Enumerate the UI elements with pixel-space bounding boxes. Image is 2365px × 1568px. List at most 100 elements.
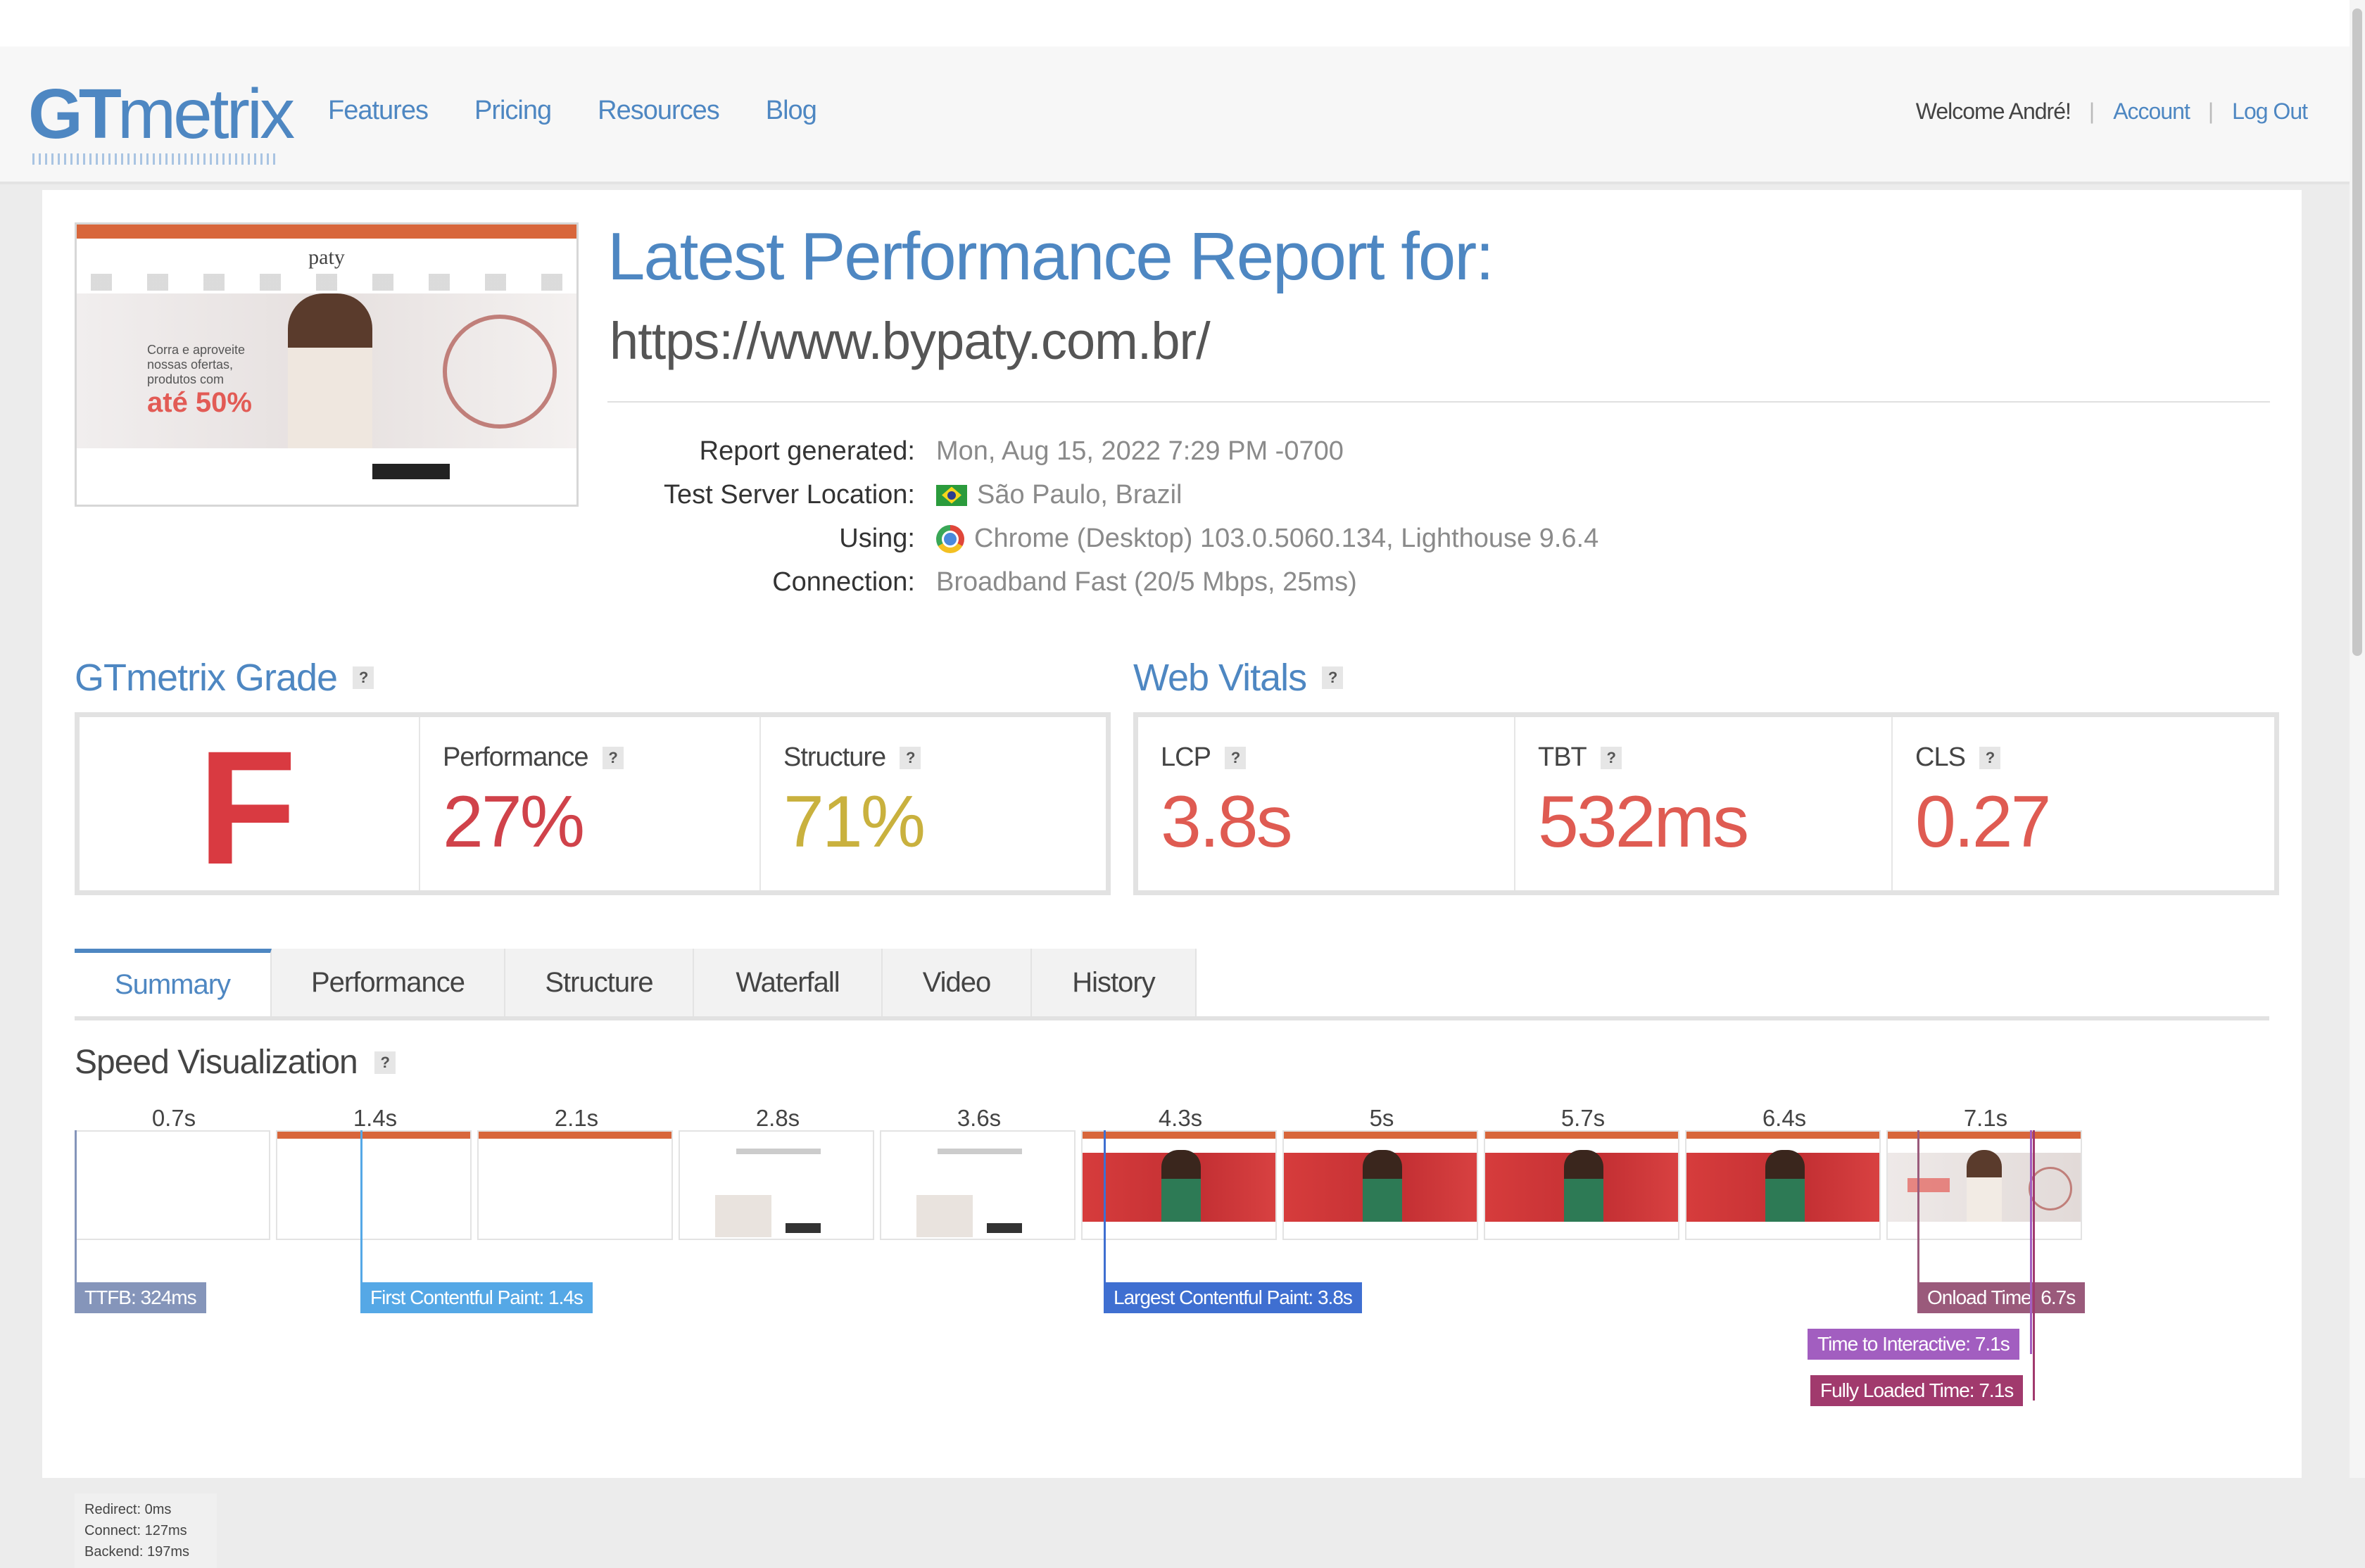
thumbnail-promo-big: até 50% <box>147 387 252 418</box>
vitals-title-text: Web Vitals <box>1133 657 1307 699</box>
frame-time: 2.8s <box>755 1105 800 1131</box>
filmstrip-frame[interactable] <box>75 1130 270 1240</box>
tab-waterfall[interactable]: Waterfall <box>694 949 883 1016</box>
divider <box>607 401 2270 403</box>
structure-score: 71% <box>783 781 926 863</box>
tab-history[interactable]: History <box>1032 949 1197 1016</box>
structure-label: Structure <box>783 742 886 772</box>
report-content: paty Corra e aproveite nossas ofertas, p… <box>42 190 2302 1568</box>
tab-structure[interactable]: Structure <box>505 949 694 1016</box>
help-icon[interactable]: ? <box>1600 746 1622 769</box>
filmstrip-frame[interactable] <box>880 1130 1076 1240</box>
tbt-label: TBT <box>1538 742 1587 772</box>
page-screenshot-thumbnail[interactable]: paty Corra e aproveite nossas ofertas, p… <box>75 222 579 507</box>
grade-title-text: GTmetrix Grade <box>75 657 338 699</box>
nav-features[interactable]: Features <box>328 96 429 126</box>
structure-cell: Structure? 71% <box>761 717 1099 890</box>
thumbnail-promo: Corra e aproveite nossas ofertas, produt… <box>147 343 274 419</box>
frame-time: 4.3s <box>1158 1105 1203 1131</box>
filmstrip-frame[interactable] <box>1685 1130 1881 1240</box>
grade-panel: F Performance? 27% Structure? 71% <box>75 712 1111 895</box>
help-icon[interactable]: ? <box>900 746 921 769</box>
help-icon[interactable]: ? <box>1224 746 1246 769</box>
help-icon[interactable]: ? <box>602 746 624 769</box>
logo-metrix: metrix <box>117 75 295 153</box>
lcp-cell: LCP? 3.8s <box>1138 717 1515 890</box>
filmstrip-frame[interactable] <box>1081 1130 1277 1240</box>
thumbnail-cookie-button <box>372 464 450 479</box>
grade-letter: F <box>198 717 297 898</box>
logout-link[interactable]: Log Out <box>2232 99 2308 125</box>
ttfb-breakdown: Redirect: 0ms Connect: 127ms Backend: 19… <box>75 1493 217 1568</box>
filmstrip-frame[interactable] <box>1886 1130 2082 1240</box>
thumbnail-seal-image <box>443 315 557 429</box>
gtmetrix-grade-title: GTmetrix Grade ? <box>75 656 374 700</box>
thumbnail-model-image <box>288 293 372 448</box>
welcome-text: Welcome André! <box>1915 99 2071 124</box>
filmstrip-frame[interactable] <box>1282 1130 1478 1240</box>
tti-marker <box>2030 1130 2032 1354</box>
report-tabs: Summary Performance Structure Waterfall … <box>75 949 1197 1018</box>
meta-label: Report generated: <box>699 436 915 466</box>
ttfb-backend: Backend: 197ms <box>84 1544 189 1560</box>
lcp-value: 3.8s <box>1161 781 1293 863</box>
speed-title-text: Speed Visualization <box>75 1044 358 1081</box>
tti-label: Time to Interactive: 7.1s <box>1808 1329 2019 1360</box>
scrollbar-thumb[interactable] <box>2352 8 2362 656</box>
cls-value: 0.27 <box>1915 781 2051 863</box>
frame-time: 6.4s <box>1762 1105 1807 1131</box>
frame-time: 1.4s <box>353 1105 398 1131</box>
nav-resources[interactable]: Resources <box>598 96 720 126</box>
top-whitespace <box>0 0 2365 46</box>
tbt-value: 532ms <box>1538 781 1749 863</box>
frame-time: 2.1s <box>554 1105 599 1131</box>
account-link[interactable]: Account <box>2113 99 2190 125</box>
performance-score: 27% <box>443 781 585 863</box>
speed-visualization-title: Speed Visualization ? <box>75 1043 396 1082</box>
tabs-underline <box>75 1016 2269 1020</box>
fcp-label: First Contentful Paint: 1.4s <box>360 1282 593 1313</box>
main-nav: Features Pricing Resources Blog <box>328 96 817 126</box>
meta-value: Broadband Fast (20/5 Mbps, 25ms) <box>936 567 1357 598</box>
performance-cell: Performance? 27% <box>420 717 761 890</box>
nav-pricing[interactable]: Pricing <box>474 96 552 126</box>
meta-value: Chrome (Desktop) 103.0.5060.134, Lightho… <box>936 524 1598 554</box>
filmstrip-frame[interactable] <box>477 1130 673 1240</box>
grade-letter-cell: F <box>80 717 420 890</box>
help-icon[interactable]: ? <box>374 1051 396 1074</box>
user-menu: Welcome André! | Account | Log Out <box>1915 99 2308 125</box>
tbt-cell: TBT? 532ms <box>1515 717 1893 890</box>
separator: | <box>2088 99 2095 124</box>
help-icon[interactable]: ? <box>1322 666 1344 689</box>
filmstrip-frame[interactable] <box>276 1130 472 1240</box>
filmstrip-frame[interactable] <box>1484 1130 1679 1240</box>
onload-marker <box>1917 1130 1919 1308</box>
meta-label: Test Server Location: <box>664 480 915 510</box>
tab-performance[interactable]: Performance <box>272 949 505 1016</box>
brazil-flag-icon <box>936 484 967 506</box>
logo-gt: GT <box>28 75 122 153</box>
thumbnail-promo-line: Corra e aproveite nossas ofertas, produt… <box>147 343 246 386</box>
thumbnail-cookie-bar <box>77 457 576 499</box>
report-title: Latest Performance Report for: <box>607 219 1494 294</box>
frame-time: 5.7s <box>1560 1105 1606 1131</box>
tab-video[interactable]: Video <box>883 949 1032 1016</box>
ttfb-connect: Connect: 127ms <box>84 1523 187 1538</box>
gtmetrix-logo[interactable]: GTmetrix <box>28 72 295 165</box>
cls-label: CLS <box>1915 742 1966 772</box>
nav-blog[interactable]: Blog <box>766 96 817 126</box>
thumbnail-brand: paty <box>308 246 345 269</box>
meta-label: Using: <box>839 524 915 553</box>
help-icon[interactable]: ? <box>1979 746 2000 769</box>
fully-loaded-label: Fully Loaded Time: 7.1s <box>1810 1375 2024 1406</box>
thumbnail-hero: Corra e aproveite nossas ofertas, produt… <box>77 293 576 448</box>
lcp-marker <box>1104 1130 1106 1308</box>
report-url: https://www.bypaty.com.br/ <box>610 312 1211 370</box>
page-scrollbar[interactable] <box>2350 0 2365 1478</box>
filmstrip-frame[interactable] <box>679 1130 874 1240</box>
help-icon[interactable]: ? <box>353 666 374 689</box>
tab-summary[interactable]: Summary <box>75 949 272 1016</box>
meta-value: Mon, Aug 15, 2022 7:29 PM -0700 <box>936 436 1344 467</box>
logo-ruler-icon <box>32 153 279 165</box>
server-location: São Paulo, Brazil <box>977 480 1182 510</box>
